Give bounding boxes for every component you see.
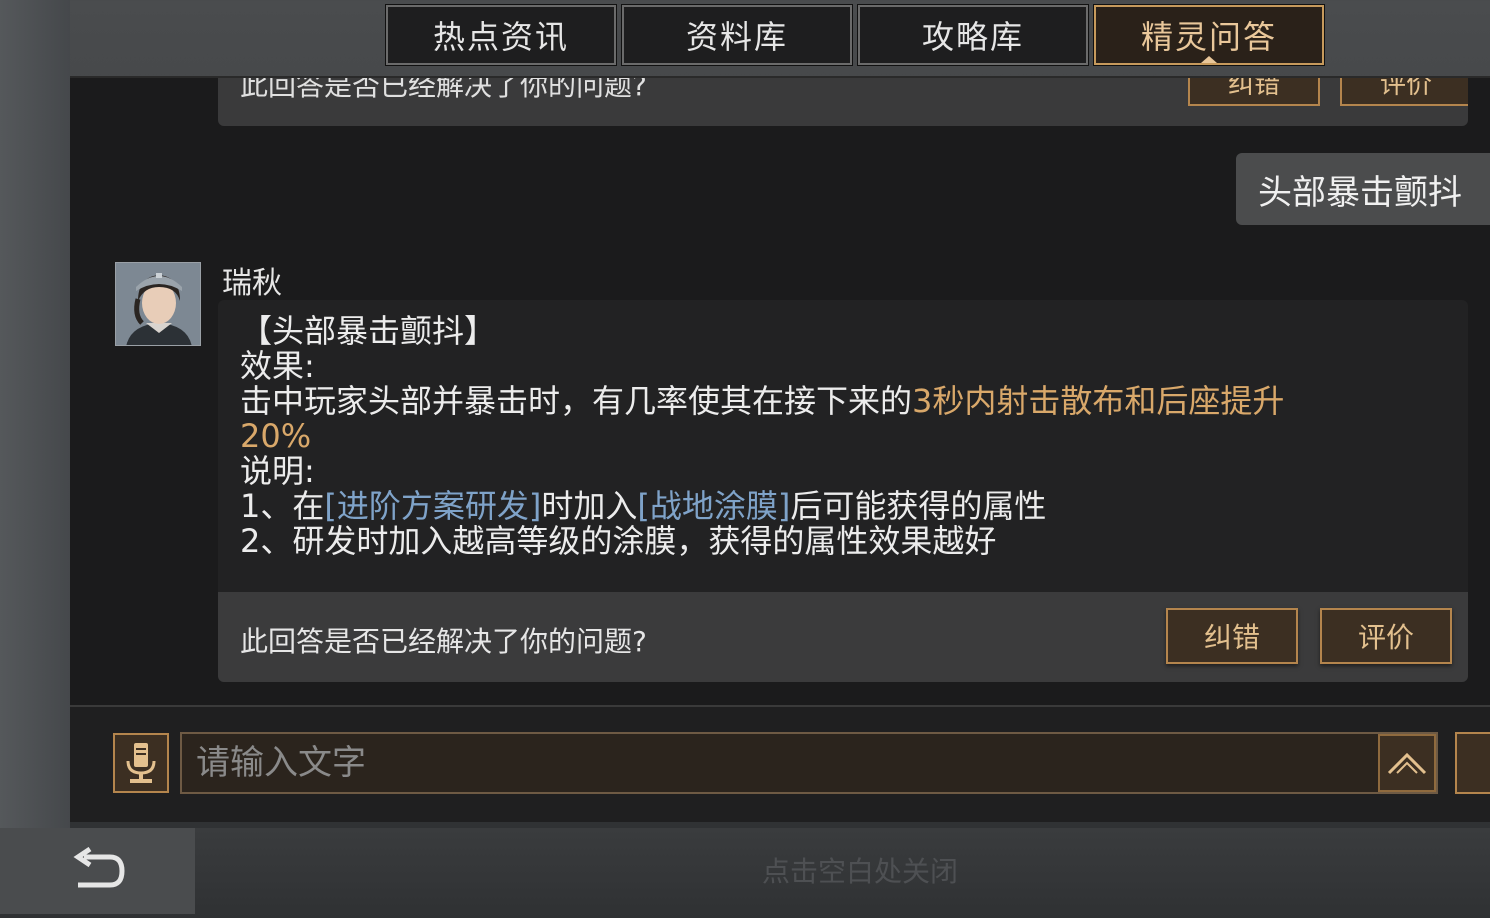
user-message-text: 头部暴击颤抖 [1258, 172, 1462, 213]
rate-button[interactable]: 评价 [1320, 608, 1452, 664]
previous-feedback-question: 此回答是否已经解决了你的问题? [240, 78, 647, 102]
tab-hot-news[interactable]: 热点资讯 [385, 4, 617, 66]
effect-text-prefix: 击中玩家头部并暴击时，有几率使其在接下来的 [240, 382, 913, 420]
link-advanced-research[interactable]: [进阶方案研发] [324, 487, 541, 525]
note-1-middle: 时加入 [541, 487, 638, 525]
send-button[interactable] [1455, 732, 1490, 794]
note-2: 2、研发时加入越高等级的涂膜，获得的属性效果越好 [240, 522, 997, 560]
left-frame [0, 0, 70, 830]
bot-name: 瑞秋 [222, 266, 282, 301]
tab-spirit-qa[interactable]: 精灵问答 [1093, 4, 1325, 66]
feedback-bar: 此回答是否已经解决了你的问题? 纠错 评价 [218, 592, 1468, 682]
previous-correct-button[interactable]: 纠错 [1188, 78, 1320, 106]
note-1-suffix: 后可能获得的属性 [790, 487, 1047, 525]
effect-highlight-percent: 20% [240, 417, 312, 455]
tab-guides[interactable]: 攻略库 [857, 4, 1089, 66]
tab-bar: 热点资讯 资料库 攻略库 精灵问答 [385, 4, 1325, 66]
microphone-icon [126, 743, 156, 783]
voice-button[interactable] [113, 733, 169, 793]
tab-database[interactable]: 资料库 [621, 4, 853, 66]
correct-button[interactable]: 纠错 [1166, 608, 1298, 664]
avatar [115, 262, 201, 346]
feedback-question: 此回答是否已经解决了你的问题? [240, 625, 647, 658]
message-input[interactable] [180, 732, 1438, 794]
answer-bubble: 【头部暴击颤抖】 效果: 击中玩家头部并暴击时，有几率使其在接下来的3秒内射击散… [218, 300, 1468, 682]
link-battlefield-coating[interactable]: [战地涂膜] [637, 487, 790, 525]
close-hint: 点击空白处关闭 [761, 855, 958, 888]
note-1-prefix: 1、在 [240, 487, 325, 525]
expand-button[interactable] [1378, 734, 1436, 792]
answer-title: 【头部暴击颤抖】 [240, 312, 497, 350]
character-portrait-icon [116, 263, 200, 345]
user-message-bubble: 头部暴击颤抖 [1236, 153, 1490, 225]
previous-feedback-bar: 此回答是否已经解决了你的问题? 纠错 评价 [218, 78, 1468, 126]
note-1: 1、在[进阶方案研发]时加入[战地涂膜]后可能获得的属性 [240, 489, 1440, 524]
answer-content: 【头部暴击颤抖】 效果: 击中玩家头部并暴击时，有几率使其在接下来的3秒内射击散… [240, 314, 1440, 559]
chevron-up-icon [1387, 752, 1427, 775]
effect-label: 效果: [240, 347, 315, 385]
effect-text: 击中玩家头部并暴击时，有几率使其在接下来的3秒内射击散布和后座提升 [240, 384, 1440, 419]
previous-rate-button[interactable]: 评价 [1340, 78, 1468, 106]
note-label: 说明: [240, 452, 315, 490]
effect-highlight: 3秒内射击散布和后座提升 [912, 382, 1285, 420]
